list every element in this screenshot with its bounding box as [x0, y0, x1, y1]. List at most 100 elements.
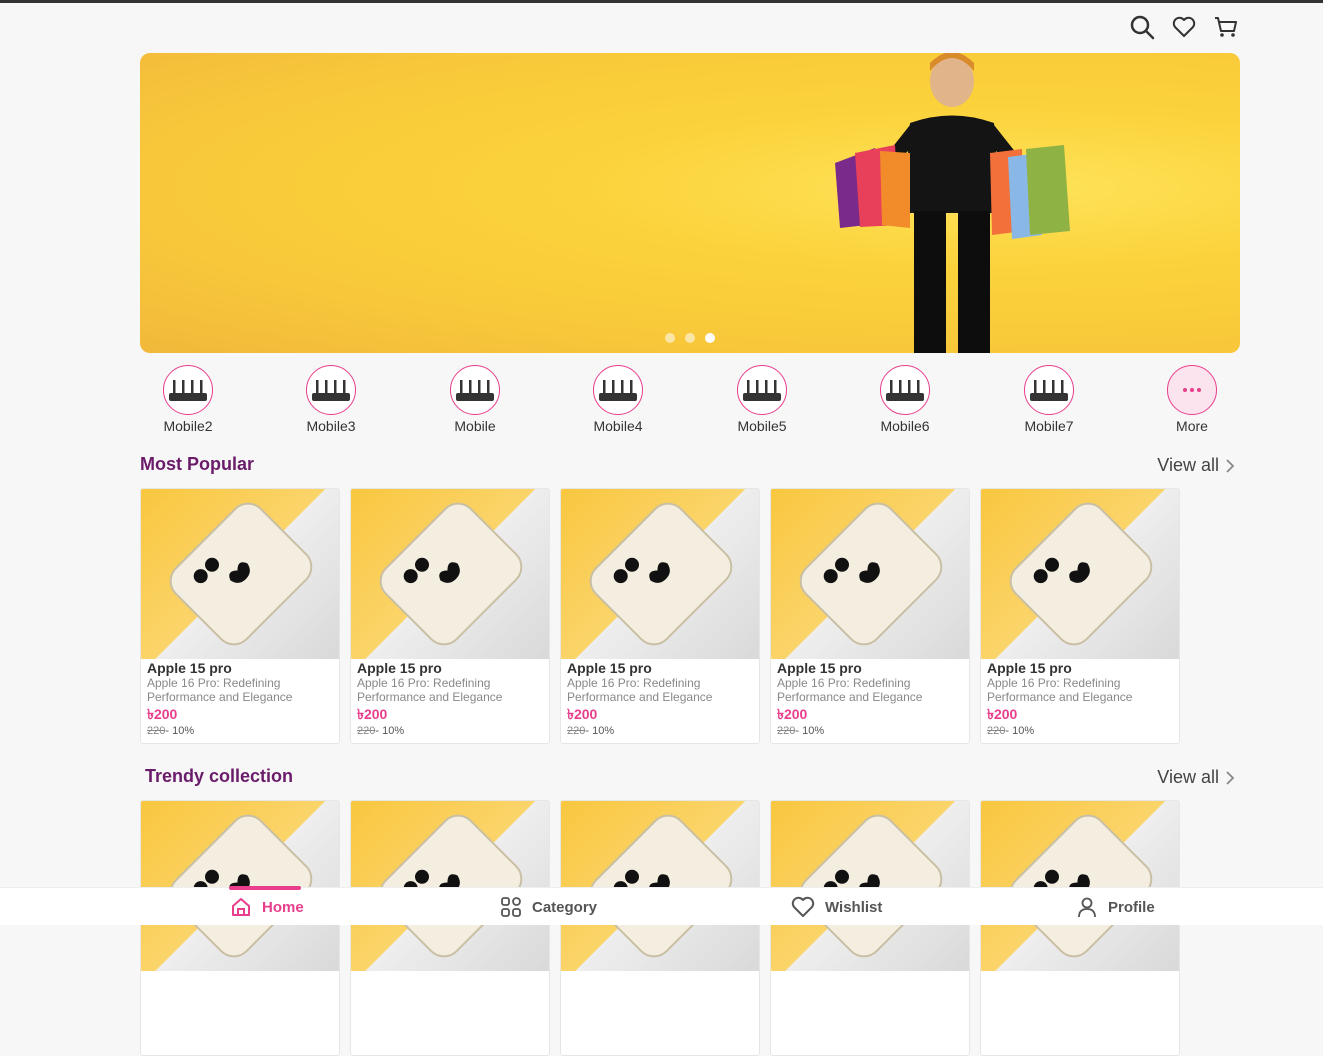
- view-all-trendy[interactable]: View all: [1157, 767, 1235, 788]
- more-dots-icon: [1167, 365, 1217, 415]
- category-label: Mobile6: [880, 418, 930, 434]
- product-card[interactable]: [980, 800, 1180, 1056]
- section-title-trendy: Trendy collection: [145, 766, 294, 786]
- category-item[interactable]: Mobile2: [138, 365, 238, 434]
- product-image: [981, 801, 1179, 971]
- category-row: Mobile2 Mobile3 Mobile Mobile4 Mobile5 M…: [140, 365, 1240, 435]
- category-item[interactable]: Mobile6: [855, 365, 955, 434]
- product-old-price-row: 220- 10%: [147, 725, 333, 737]
- product-old-price-row: 220- 10%: [777, 725, 963, 737]
- product-card[interactable]: Apple 15 pro Apple 16 Pro: Redefining Pe…: [350, 488, 550, 744]
- product-image: [351, 489, 549, 659]
- product-image: [771, 489, 969, 659]
- heart-icon: [791, 896, 815, 917]
- nav-profile[interactable]: Profile: [1076, 888, 1155, 926]
- category-item[interactable]: Mobile7: [999, 365, 1099, 434]
- view-all-label: View all: [1157, 767, 1219, 787]
- hero-banner[interactable]: [140, 53, 1240, 353]
- router-icon: [163, 365, 213, 415]
- carousel-dots: [665, 333, 715, 343]
- nav-category-label: Category: [532, 898, 598, 916]
- product-image: [561, 801, 759, 971]
- heart-icon[interactable]: [1171, 14, 1197, 40]
- router-icon: [1024, 365, 1074, 415]
- product-description: Apple 16 Pro: Redefining Performance and…: [357, 676, 503, 704]
- category-label: Mobile4: [593, 418, 643, 434]
- product-old-price-row: 220- 10%: [987, 725, 1173, 737]
- nav-home[interactable]: Home: [230, 888, 304, 926]
- product-image: [141, 489, 339, 659]
- chevron-right-icon: [1226, 770, 1235, 785]
- chevron-right-icon: [1226, 458, 1235, 473]
- router-icon: [737, 365, 787, 415]
- product-old-price: 220: [357, 725, 376, 737]
- grid-icon: [501, 897, 521, 917]
- product-old-price-row: 220- 10%: [567, 725, 753, 737]
- user-icon: [1078, 897, 1096, 918]
- product-price: ৳200: [987, 706, 1018, 722]
- category-label: Mobile3: [306, 418, 356, 434]
- nav-category[interactable]: Category: [500, 888, 597, 926]
- product-discount: - 10%: [585, 725, 615, 737]
- product-name: Apple 15 pro: [357, 660, 442, 676]
- trendy-list: [140, 800, 1180, 1056]
- product-card[interactable]: [140, 800, 340, 1056]
- product-card[interactable]: Apple 15 pro Apple 16 Pro: Redefining Pe…: [560, 488, 760, 744]
- product-description: Apple 16 Pro: Redefining Performance and…: [147, 676, 293, 704]
- category-item[interactable]: Mobile5: [712, 365, 812, 434]
- nav-home-label: Home: [262, 898, 304, 916]
- product-price: ৳200: [567, 706, 598, 722]
- nav-wishlist[interactable]: Wishlist: [791, 888, 882, 926]
- carousel-dot[interactable]: [685, 333, 695, 343]
- top-border: [0, 0, 1323, 3]
- section-title-most-popular: Most Popular: [140, 454, 255, 474]
- product-name: Apple 15 pro: [777, 660, 862, 676]
- product-image: [771, 801, 969, 971]
- product-image: [561, 489, 759, 659]
- product-name: Apple 15 pro: [147, 660, 232, 676]
- nav-wishlist-label: Wishlist: [825, 898, 883, 916]
- category-item[interactable]: Mobile4: [568, 365, 668, 434]
- product-name: Apple 15 pro: [567, 660, 652, 676]
- product-old-price: 220: [147, 725, 166, 737]
- search-icon[interactable]: [1129, 14, 1155, 40]
- product-discount: - 10%: [795, 725, 825, 737]
- nav-profile-label: Profile: [1108, 898, 1155, 916]
- product-old-price-row: 220- 10%: [357, 725, 543, 737]
- product-old-price: 220: [777, 725, 796, 737]
- carousel-dot-active[interactable]: [705, 333, 715, 343]
- product-price: ৳200: [777, 706, 808, 722]
- product-card[interactable]: [770, 800, 970, 1056]
- category-label: More: [1176, 418, 1208, 434]
- category-more[interactable]: More: [1142, 365, 1242, 434]
- cart-icon[interactable]: [1213, 14, 1239, 40]
- product-description: Apple 16 Pro: Redefining Performance and…: [777, 676, 923, 704]
- category-item[interactable]: Mobile3: [281, 365, 381, 434]
- product-discount: - 10%: [375, 725, 405, 737]
- product-card[interactable]: Apple 15 pro Apple 16 Pro: Redefining Pe…: [140, 488, 340, 744]
- product-image: [351, 801, 549, 971]
- header-actions: [1129, 14, 1239, 40]
- product-card[interactable]: Apple 15 pro Apple 16 Pro: Redefining Pe…: [770, 488, 970, 744]
- category-label: Mobile7: [1024, 418, 1074, 434]
- view-all-label: View all: [1157, 455, 1219, 475]
- banner-person-illustration: [835, 53, 1070, 353]
- most-popular-list: Apple 15 pro Apple 16 Pro: Redefining Pe…: [140, 488, 1180, 744]
- category-item[interactable]: Mobile: [425, 365, 525, 434]
- product-name: Apple 15 pro: [987, 660, 1072, 676]
- view-all-most-popular[interactable]: View all: [1157, 455, 1235, 476]
- product-card[interactable]: [350, 800, 550, 1056]
- router-icon: [880, 365, 930, 415]
- product-image: [981, 489, 1179, 659]
- product-discount: - 10%: [165, 725, 195, 737]
- category-label: Mobile: [454, 418, 496, 434]
- bottom-navigation: Home Category Wishlist Profile: [0, 886, 1323, 926]
- router-icon: [593, 365, 643, 415]
- home-icon: [232, 898, 250, 916]
- product-old-price: 220: [987, 725, 1006, 737]
- product-card[interactable]: Apple 15 pro Apple 16 Pro: Redefining Pe…: [980, 488, 1180, 744]
- product-card[interactable]: [560, 800, 760, 1056]
- carousel-dot[interactable]: [665, 333, 675, 343]
- router-icon: [450, 365, 500, 415]
- product-description: Apple 16 Pro: Redefining Performance and…: [987, 676, 1133, 704]
